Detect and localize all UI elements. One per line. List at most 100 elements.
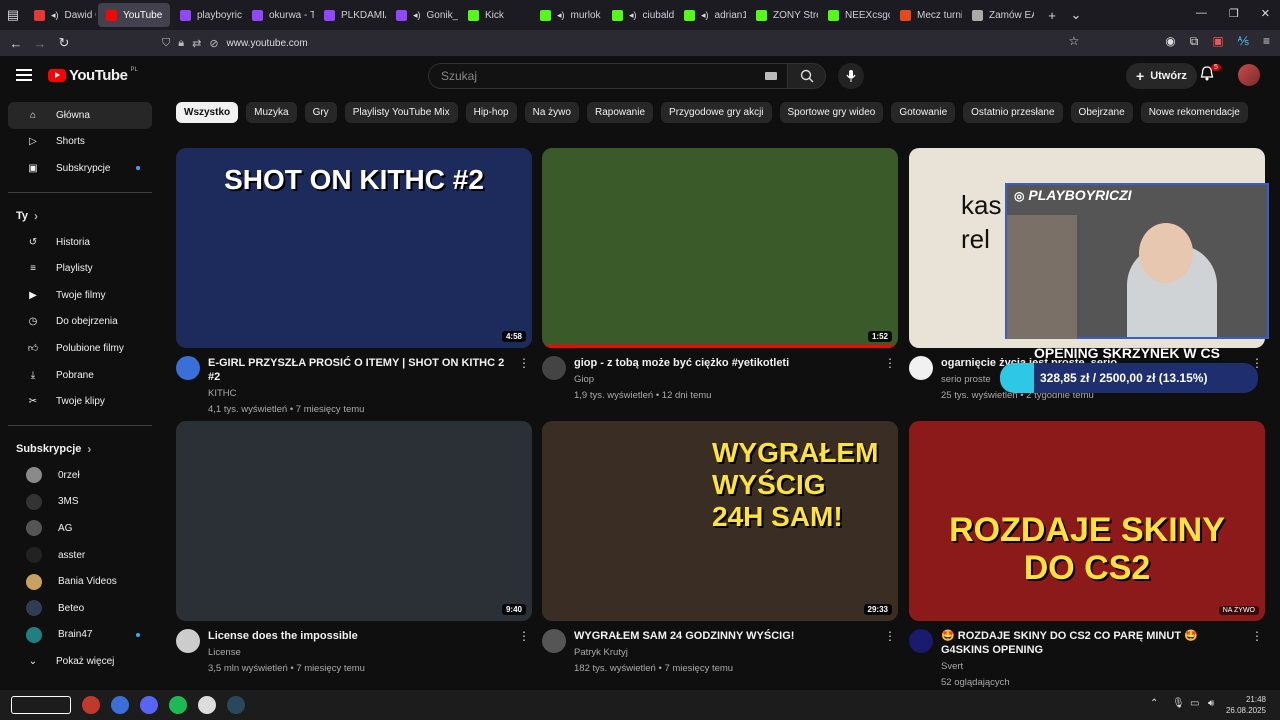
sidebar-item[interactable]: ◷ Do obejrzenia xyxy=(8,309,152,336)
tab-list-icon[interactable]: ▤ xyxy=(0,7,26,23)
permissions-icon[interactable]: ⇄ xyxy=(192,37,201,50)
taskbar-app-icon[interactable] xyxy=(169,696,187,714)
sidebar-item[interactable]: ▣ Subskrypcje xyxy=(8,155,152,182)
sidebar-item[interactable]: ↺ Historia xyxy=(8,229,152,256)
sidebar-subscription[interactable]: asster xyxy=(8,542,152,569)
browser-tab[interactable]: Zamów EA SP xyxy=(964,3,1034,27)
sidebar-section-subscriptions[interactable]: Subskrypcje › xyxy=(0,436,160,462)
filter-chip[interactable]: Wszystko xyxy=(176,102,239,123)
sidebar-subscription[interactable]: AG xyxy=(8,515,152,542)
browser-tab[interactable]: ◂) ciubaldi S xyxy=(604,3,674,27)
video-thumbnail[interactable]: WYGRAŁEM WYŚCIG 24H SAM! 29:33 xyxy=(542,421,898,621)
voice-search-button[interactable] xyxy=(838,63,864,89)
browser-tab[interactable]: playboyriczi - xyxy=(172,3,242,27)
video-title[interactable]: E-GIRL PRZYSZŁA PROSIĆ O ITEMY | SHOT ON… xyxy=(208,356,508,384)
show-more-button[interactable]: ⌄ Pokaż więcej xyxy=(8,648,152,675)
taskbar-app-icon[interactable] xyxy=(198,696,216,714)
video-title[interactable]: 🤩 ROZDAJE SKINY DO CS2 CO PARĘ MINUT 🤩 G… xyxy=(941,629,1241,657)
sidebar-item[interactable]: ≡ Playlisty xyxy=(8,255,152,282)
video-title[interactable]: giop - z tobą może być ciężko #yetikotle… xyxy=(574,356,874,370)
filter-chip[interactable]: Obejrzane xyxy=(1070,102,1133,123)
channel-avatar[interactable] xyxy=(909,629,933,653)
video-card[interactable]: 1:52 giop - z tobą może być ciężko #yetik… xyxy=(542,148,898,402)
reload-icon[interactable]: ↻ xyxy=(52,35,76,51)
sidebar-subscription[interactable]: Bania Videos xyxy=(8,568,152,595)
close-window-icon[interactable]: ✕ xyxy=(1261,7,1270,20)
taskbar-app-icon[interactable] xyxy=(227,696,245,714)
browser-tab[interactable]: ◂) Dawid Ol xyxy=(26,3,96,27)
sidebar-item[interactable]: ▷ Shorts xyxy=(8,129,152,156)
search-button[interactable] xyxy=(788,63,826,89)
channel-name[interactable]: Giop xyxy=(574,373,874,386)
sidebar-item[interactable]: ⤓ Pobrane xyxy=(8,362,152,389)
browser-tab[interactable]: ZONY Stream xyxy=(748,3,818,27)
tracking-icon[interactable]: ⊘ xyxy=(209,37,218,50)
tab-overflow-icon[interactable]: ⌄ xyxy=(1064,7,1088,23)
browser-tab[interactable]: YouTube✕ xyxy=(98,3,170,27)
browser-tab[interactable]: Mecz turniejo xyxy=(892,3,962,27)
back-icon[interactable]: ← xyxy=(4,36,28,51)
sidebar-item[interactable]: ▶ Twoje filmy xyxy=(8,282,152,309)
account-avatar[interactable] xyxy=(1238,64,1260,86)
sidebar-section-you[interactable]: Ty › xyxy=(0,203,160,229)
new-tab-icon[interactable]: + xyxy=(1040,8,1064,23)
speaker-icon[interactable]: ◂) xyxy=(51,10,59,21)
speaker-icon[interactable]: ◂) xyxy=(557,10,565,21)
minimize-icon[interactable]: — xyxy=(1196,7,1207,20)
extensions-icon[interactable]: ⧉ xyxy=(1190,34,1199,49)
more-options-icon[interactable]: ⋮ xyxy=(518,629,530,643)
url-field[interactable]: ⛉ 🔒︎ ⇄ ⊘ www.youtube.com xyxy=(162,37,308,50)
browser-tab[interactable]: ◂) Gonik_- xyxy=(388,3,458,27)
account-icon[interactable]: ◉ xyxy=(1165,34,1175,49)
search-input[interactable]: Szukaj xyxy=(428,63,788,89)
video-card[interactable]: SHOT ON KITHC #2 4:58 E-GIRL PRZYSZŁA PROS… xyxy=(176,148,532,416)
sidebar-item[interactable]: ✂ Twoje klipy xyxy=(8,388,152,415)
filter-chip[interactable]: Playlisty YouTube Mix xyxy=(344,102,458,123)
taskbar-app-icon[interactable] xyxy=(111,696,129,714)
tray-mic-icon[interactable]: 🎙︎ xyxy=(1172,698,1185,709)
filter-chip[interactable]: Muzyka xyxy=(246,102,297,123)
hamburger-menu-icon[interactable] xyxy=(16,69,32,81)
browser-tab[interactable]: ◂) adrian1g xyxy=(676,3,746,27)
clock[interactable]: 21:48 26.08.2025 xyxy=(1226,694,1266,716)
taskbar-app-icon[interactable] xyxy=(11,696,71,714)
channel-name[interactable]: Patryk Krutyj xyxy=(574,646,874,659)
maximize-icon[interactable]: ❐ xyxy=(1229,7,1239,20)
translate-icon[interactable]: ⅍ xyxy=(1238,34,1249,49)
filter-chip[interactable]: Rapowanie xyxy=(586,102,654,123)
speaker-icon[interactable]: ◂) xyxy=(413,10,421,21)
shield-icon[interactable]: ⛉ xyxy=(162,37,170,50)
channel-name[interactable]: License xyxy=(208,646,508,659)
browser-tab[interactable]: NEEXcsgo Str xyxy=(820,3,890,27)
browser-tab[interactable]: Kick xyxy=(460,3,530,27)
channel-avatar[interactable] xyxy=(176,629,200,653)
extension-badge-icon[interactable]: ▣ xyxy=(1212,34,1223,49)
filter-chip[interactable]: Gry xyxy=(304,102,337,123)
channel-avatar[interactable] xyxy=(909,356,933,380)
channel-avatar[interactable] xyxy=(176,356,200,380)
channel-avatar[interactable] xyxy=(542,629,566,653)
sidebar-subscription[interactable]: 3MS xyxy=(8,489,152,516)
filter-chip[interactable]: Na żywo xyxy=(524,102,579,123)
keyboard-icon[interactable] xyxy=(765,72,777,80)
video-thumbnail[interactable]: 9:40 xyxy=(176,421,532,621)
video-card[interactable]: 9:40 License does the impossible License 3,… xyxy=(176,421,532,675)
channel-name[interactable]: KITHC xyxy=(208,387,508,400)
bookmark-star-icon[interactable]: ☆ xyxy=(1068,34,1079,49)
channel-name[interactable]: Svert xyxy=(941,660,1241,673)
video-thumbnail[interactable]: SHOT ON KITHC #2 4:58 xyxy=(176,148,532,348)
browser-tab[interactable]: okurwa - Twit xyxy=(244,3,314,27)
filter-chip[interactable]: Nowe rekomendacje xyxy=(1140,102,1248,123)
video-title[interactable]: License does the impossible xyxy=(208,629,508,643)
taskbar-app-icon[interactable] xyxy=(140,696,158,714)
filter-chip[interactable]: Gotowanie xyxy=(891,102,956,123)
lock-icon[interactable]: 🔒︎ xyxy=(178,37,184,50)
tray-network-icon[interactable]: ▭ xyxy=(1190,698,1199,709)
video-card[interactable]: WYGRAŁEM WYŚCIG 24H SAM! 29:33 WYGRAŁEM SA… xyxy=(542,421,898,675)
filter-chip[interactable]: Ostatnio przesłane xyxy=(963,102,1063,123)
sidebar-subscription[interactable]: Brain47 xyxy=(8,622,152,649)
speaker-icon[interactable]: ◂) xyxy=(701,10,709,21)
video-title[interactable]: WYGRAŁEM SAM 24 GODZINNY WYŚCIG! xyxy=(574,629,874,643)
sidebar-item[interactable]: 👍︎ Polubione filmy xyxy=(8,335,152,362)
filter-chip[interactable]: Przygodowe gry akcji xyxy=(661,102,772,123)
